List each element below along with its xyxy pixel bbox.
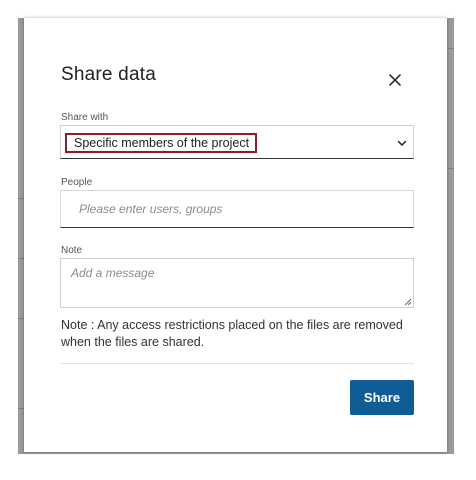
note-textarea[interactable] [60,258,414,308]
background-row-divider [448,168,454,169]
dialog-title: Share data [61,64,156,85]
close-icon [389,74,401,86]
resize-handle-icon[interactable] [404,298,412,306]
share-button[interactable]: Share [350,380,414,415]
footer-divider [60,363,414,364]
share-with-select[interactable]: Specific members of the project [60,125,414,159]
note-label: Note [61,245,83,256]
share-with-label: Share with [61,112,109,123]
chevron-down-icon [397,140,407,146]
close-button[interactable] [384,69,406,91]
share-data-dialog: Share data Share with Specific members o… [24,18,447,452]
people-label: People [61,177,93,188]
access-restrictions-note: Note : Any access restrictions placed on… [61,318,403,349]
background-row-divider [448,48,454,49]
share-with-selected-value: Specific members of the project [65,133,258,153]
people-input[interactable] [60,190,414,228]
